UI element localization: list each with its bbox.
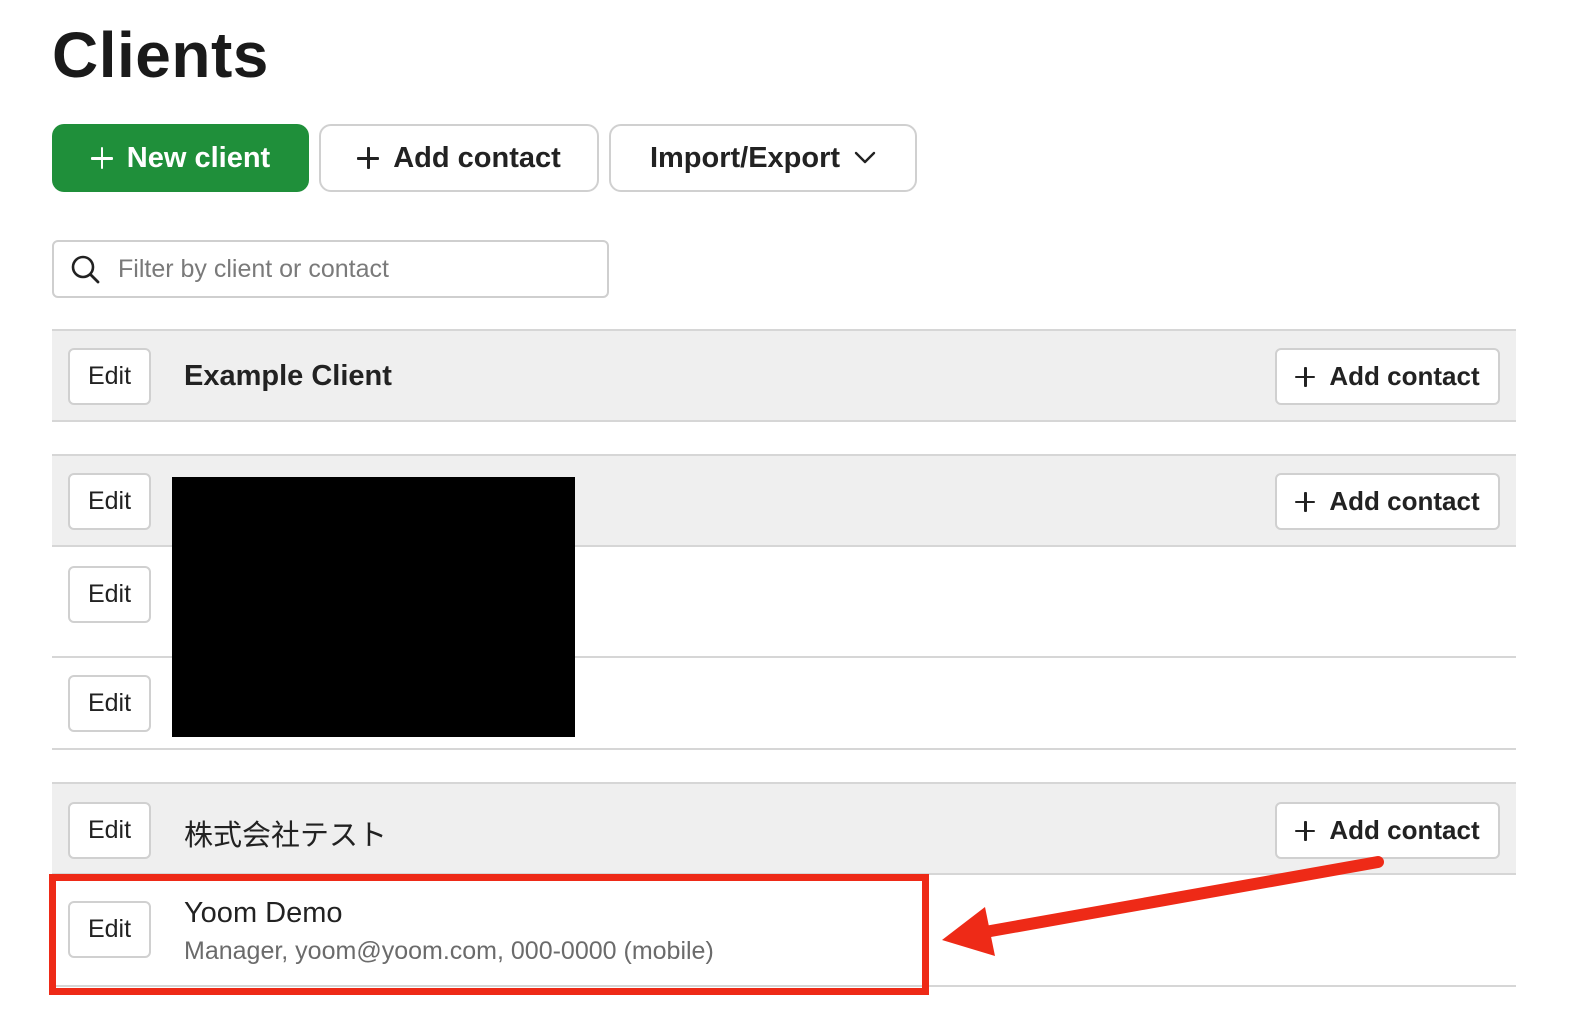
edit-label: Edit [87, 487, 132, 515]
add-contact-label: Add contact [1329, 815, 1480, 845]
edit-label: Edit [87, 580, 132, 608]
search-input[interactable] [118, 254, 588, 284]
new-client-label: New client [126, 141, 271, 174]
client-name: 株式会社テスト [184, 820, 388, 852]
plus-icon [90, 147, 113, 169]
toolbar: New client Add contact Import/Export [52, 124, 917, 192]
edit-label: Edit [87, 689, 132, 717]
annotation-highlight-box [49, 874, 929, 995]
edit-client-button[interactable]: Edit [68, 802, 151, 859]
client-row: Edit 株式会社テスト Add contact [52, 782, 1516, 875]
client-group: Edit Example Client Add contact [52, 329, 1516, 422]
import-export-label: Import/Export [649, 141, 841, 174]
plus-icon [357, 147, 380, 169]
client-add-contact-button[interactable]: Add contact [1275, 348, 1500, 405]
plus-icon [1295, 820, 1316, 841]
edit-label: Edit [87, 816, 132, 844]
client-row: Edit Example Client Add contact [52, 329, 1516, 422]
client-add-contact-button[interactable]: Add contact [1275, 473, 1500, 530]
plus-icon [1295, 366, 1316, 387]
plus-icon [1295, 491, 1316, 512]
edit-client-button[interactable]: Edit [68, 473, 151, 530]
redaction-block [172, 477, 575, 737]
search-icon [71, 255, 100, 284]
client-add-contact-button[interactable]: Add contact [1275, 802, 1500, 859]
edit-contact-button[interactable]: Edit [68, 566, 151, 623]
new-client-button[interactable]: New client [52, 124, 309, 192]
add-contact-label: Add contact [393, 141, 561, 174]
filter-search-box[interactable] [52, 240, 609, 298]
page-title: Clients [52, 19, 269, 91]
edit-label: Edit [87, 362, 132, 390]
edit-client-button[interactable]: Edit [68, 348, 151, 405]
chevron-down-icon [854, 151, 876, 164]
add-contact-button[interactable]: Add contact [319, 124, 599, 192]
import-export-dropdown[interactable]: Import/Export [609, 124, 917, 192]
client-name: Example Client [184, 360, 392, 392]
edit-contact-button[interactable]: Edit [68, 675, 151, 732]
add-contact-label: Add contact [1329, 486, 1480, 516]
add-contact-label: Add contact [1329, 361, 1480, 391]
